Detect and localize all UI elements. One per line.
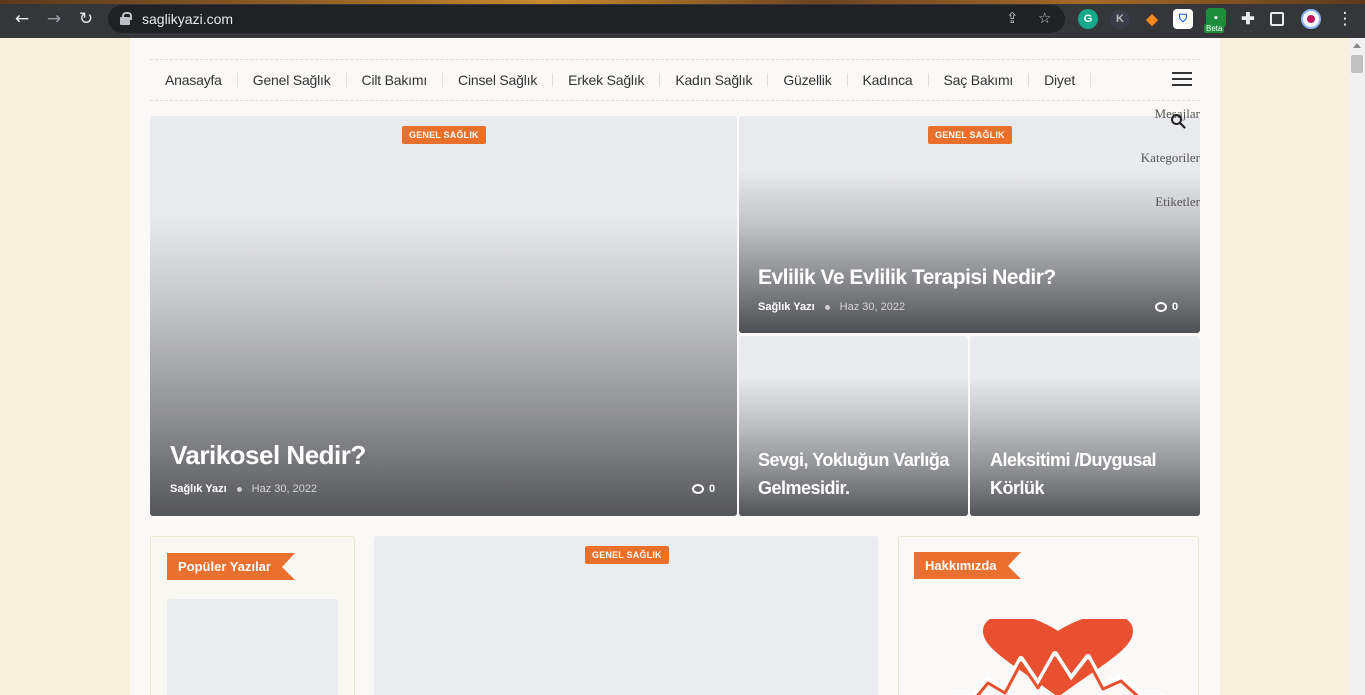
post-meta: Sağlık Yazı Haz 30, 2022	[170, 483, 317, 495]
category-badge[interactable]: GENEL SAĞLIK	[402, 126, 486, 144]
browser-toolbar: ← → ↻ saglikyazi.com ⇪ ☆ G K ◆ ⛉ ▪ Beta …	[0, 0, 1365, 38]
metamask-icon[interactable]: ◆	[1142, 9, 1162, 29]
menu-item-anasayfa[interactable]: Anasayfa	[150, 73, 238, 87]
widget-title: Popüler Yazılar	[167, 553, 295, 580]
featured-small-card[interactable]: Aleksitimi /Duygusal Körlük	[970, 336, 1200, 516]
side-link-etiketler[interactable]: Etiketler	[1128, 194, 1200, 238]
address-bar[interactable]: saglikyazi.com ⇪ ☆	[108, 5, 1065, 33]
post-author[interactable]: Sağlık Yazı	[758, 301, 815, 313]
url-text[interactable]: saglikyazi.com	[142, 11, 233, 27]
separator-dot	[824, 304, 830, 310]
category-badge[interactable]: GENEL SAĞLIK	[928, 126, 1012, 144]
menu-item-erkek-saglik[interactable]: Erkek Sağlık	[553, 73, 661, 87]
menu-item-guzellik[interactable]: Güzellik	[768, 73, 848, 87]
comment-count-value: 0	[709, 483, 716, 495]
bookmark-star-icon[interactable]: ☆	[1038, 9, 1051, 27]
menu-item-sac-bakimi[interactable]: Saç Bakımı	[929, 73, 1030, 87]
post-title[interactable]: Varikosel Nedir?	[170, 440, 366, 471]
comment-count-value: 0	[1172, 301, 1179, 313]
menu-item-kadin-saglik[interactable]: Kadın Sağlık	[660, 73, 769, 87]
comment-icon	[692, 484, 704, 494]
widget-title: Hakkımızda	[914, 552, 1021, 579]
comment-count[interactable]: 0	[692, 483, 715, 495]
main-menu: Anasayfa Genel Sağlık Cilt Bakımı Cinsel…	[150, 59, 1200, 101]
post-meta: Sağlık Yazı Haz 30, 2022	[758, 301, 905, 313]
menu-item-cinsel-saglik[interactable]: Cinsel Sağlık	[443, 73, 554, 87]
featured-small-card[interactable]: Sevgi, Yokluğun Varlığa Gelmesidir.	[739, 336, 968, 516]
post-title[interactable]: Sevgi, Yokluğun Varlığa Gelmesidir.	[758, 446, 958, 502]
forward-icon[interactable]: →	[40, 5, 68, 33]
post-title[interactable]: Evlilik Ve Evlilik Terapisi Nedir?	[758, 266, 1056, 290]
hamburger-menu-icon[interactable]	[1172, 72, 1192, 87]
menu-item-genel-saglik[interactable]: Genel Sağlık	[238, 73, 347, 87]
k-extension-icon[interactable]: K	[1110, 9, 1130, 29]
post-title[interactable]: Aleksitimi /Duygusal Körlük	[990, 446, 1190, 502]
center-post-card[interactable]: GENEL SAĞLIK	[374, 536, 878, 695]
post-author[interactable]: Sağlık Yazı	[170, 483, 227, 495]
side-panel-icon[interactable]	[1270, 12, 1284, 26]
post-thumbnail[interactable]	[167, 599, 338, 695]
back-icon[interactable]: ←	[8, 5, 36, 33]
scroll-up-icon[interactable]	[1353, 43, 1361, 48]
beta-label: Beta	[1204, 24, 1225, 33]
comment-icon	[1155, 302, 1167, 312]
menu-item-kadinca[interactable]: Kadınca	[848, 73, 929, 87]
grammarly-icon[interactable]: G	[1078, 9, 1098, 29]
lock-icon[interactable]	[120, 12, 132, 25]
scroll-thumb[interactable]	[1351, 55, 1363, 73]
separator-dot	[236, 486, 242, 492]
chrome-menu-icon[interactable]: ⋮	[1331, 5, 1359, 33]
page-scrollbar[interactable]	[1349, 38, 1365, 695]
post-date: Haz 30, 2022	[251, 483, 318, 495]
share-icon[interactable]: ⇪	[1006, 9, 1019, 27]
menu-item-cilt-bakimi[interactable]: Cilt Bakımı	[347, 73, 444, 87]
menu-item-diyet[interactable]: Diyet	[1029, 73, 1092, 87]
comment-count[interactable]: 0	[1155, 301, 1178, 313]
heart-logo-icon	[951, 619, 1165, 695]
search-icon[interactable]	[1170, 113, 1186, 129]
side-link-mesajlar[interactable]: Mesajlar	[1128, 106, 1200, 150]
reload-icon[interactable]: ↻	[72, 5, 100, 33]
about-widget: Hakkımızda	[898, 536, 1199, 695]
profile-avatar[interactable]	[1301, 9, 1321, 29]
bitwarden-icon[interactable]: ⛉	[1173, 9, 1193, 29]
popular-posts-widget: Popüler Yazılar	[150, 536, 355, 695]
extensions-puzzle-icon[interactable]: ✚	[1238, 9, 1258, 29]
side-link-kategoriler[interactable]: Kategoriler	[1128, 150, 1200, 194]
post-date: Haz 30, 2022	[839, 301, 906, 313]
category-badge[interactable]: GENEL SAĞLIK	[585, 546, 669, 564]
featured-main-card[interactable]: GENEL SAĞLIK Varikosel Nedir? Sağlık Yaz…	[150, 116, 737, 516]
side-links: Mesajlar Kategoriler Etiketler	[1128, 106, 1200, 238]
